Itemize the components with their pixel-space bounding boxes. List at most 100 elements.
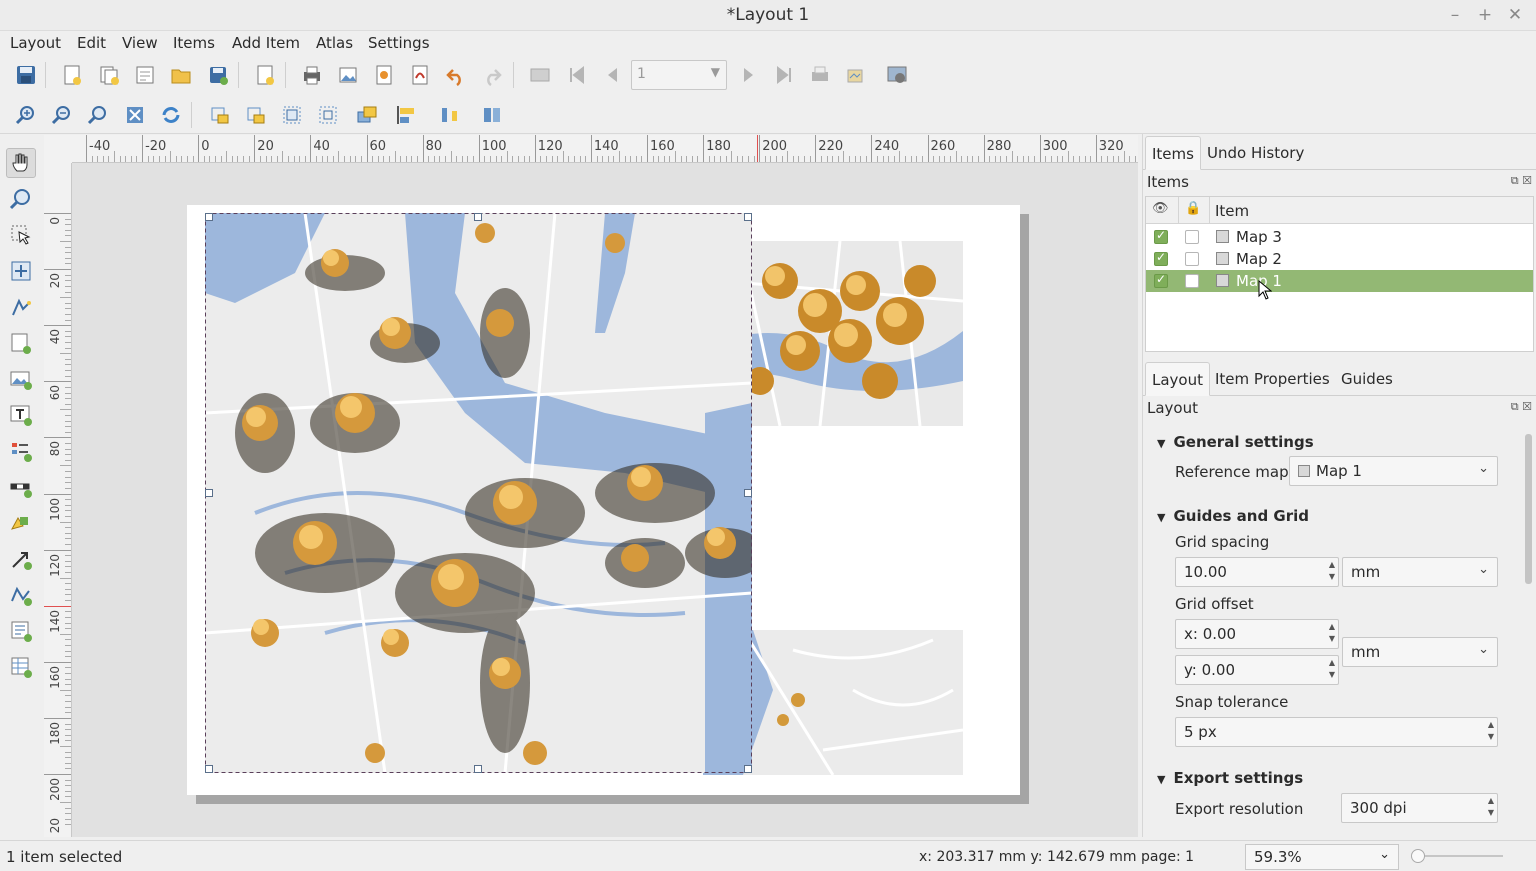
add-scalebar-icon[interactable] [6,472,36,502]
grid-offset-y-input[interactable]: y: 0.00 ▲ ▼ [1175,655,1339,685]
open-template-icon[interactable] [167,61,195,89]
spinner-arrows-icon[interactable]: ▲ ▼ [1488,795,1494,819]
save-icon[interactable] [12,61,40,89]
atlas-preview-icon[interactable] [526,61,554,89]
add-shape-icon[interactable] [6,508,36,538]
spinner-arrows-icon[interactable]: ▲ ▼ [1488,719,1494,743]
atlas-settings-icon[interactable] [883,61,911,89]
tab-items[interactable]: Items [1145,136,1201,170]
item-row-map-2[interactable]: Map 2 [1146,248,1533,270]
panel-scrollbar[interactable] [1525,434,1532,584]
resize-handle[interactable] [205,489,213,497]
resize-items-icon[interactable] [478,101,506,129]
add-label-icon[interactable] [6,400,36,430]
visibility-checkbox[interactable] [1154,272,1168,288]
lock-items-icon[interactable] [206,101,234,129]
lock-checkbox[interactable] [1185,252,1199,266]
chevron-down-icon[interactable]: ▼ [711,65,720,79]
map-3-item[interactable] [720,241,963,426]
atlas-page-input[interactable]: 1 ▼ [631,60,727,90]
resize-handle[interactable] [474,213,482,221]
map-1-item[interactable] [205,213,752,773]
grid-spacing-input[interactable]: 10.00 ▲ ▼ [1175,557,1339,587]
add-arrow-icon[interactable] [6,544,36,574]
zoom-slider-handle[interactable] [1411,849,1425,863]
menu-layout[interactable]: Layout [10,34,61,52]
resize-handle[interactable] [744,765,752,773]
last-feature-icon[interactable] [770,61,798,89]
ungroup-items-icon[interactable] [314,101,342,129]
export-atlas-icon[interactable] [843,61,871,89]
spinner-arrows-icon[interactable]: ▲ ▼ [1329,621,1335,645]
export-pdf-icon[interactable] [406,61,434,89]
visibility-checkbox[interactable] [1154,250,1168,266]
refresh-icon[interactable] [157,101,185,129]
spinner-arrows-icon[interactable]: ▲ ▼ [1329,657,1335,681]
unlock-items-icon[interactable] [242,101,270,129]
item-row-map-1[interactable]: Map 1 [1146,270,1533,292]
export-settings-header[interactable]: ▼ Export settings [1157,769,1303,787]
resize-handle[interactable] [205,765,213,773]
layout-canvas[interactable] [72,163,1138,837]
spinner-arrows-icon[interactable]: ▲ ▼ [1329,559,1335,583]
new-layout-icon[interactable] [58,61,86,89]
add-html-icon[interactable] [6,616,36,646]
items-table[interactable]: 👁 🔒 Item Map 3 Map 2 Map 1 [1145,196,1534,352]
pan-tool-icon[interactable] [6,148,36,178]
select-tool-icon[interactable] [6,220,36,250]
align-items-icon[interactable] [392,101,420,129]
menu-view[interactable]: View [122,34,158,52]
export-resolution-input[interactable]: 300 dpi ▲ ▼ [1341,793,1498,823]
lock-checkbox[interactable] [1185,274,1199,288]
add-map-icon[interactable] [6,328,36,358]
grid-offset-unit-select[interactable]: mm ⌄ [1342,637,1498,667]
resize-handle[interactable] [474,765,482,773]
resize-handle[interactable] [744,489,752,497]
duplicate-layout-icon[interactable] [95,61,123,89]
resize-handle[interactable] [205,213,213,221]
layout-manager-icon[interactable] [131,61,159,89]
print-atlas-icon[interactable] [806,61,834,89]
add-legend-icon[interactable] [6,436,36,466]
tab-undo-history[interactable]: Undo History [1201,136,1310,170]
item-row-map-3[interactable]: Map 3 [1146,226,1533,248]
grid-spacing-unit-select[interactable]: mm ⌄ [1342,557,1498,587]
zoom-slider-track[interactable] [1413,855,1503,857]
zoom-select[interactable]: 59.3% ⌄ [1245,844,1399,870]
panel-float-close-icons[interactable]: ⧉ ☒ [1511,400,1532,414]
lock-checkbox[interactable] [1185,230,1199,244]
close-button[interactable]: ✕ [1503,3,1527,27]
zoom-in-icon[interactable] [12,101,40,129]
previous-feature-icon[interactable] [599,61,627,89]
menu-add-item[interactable]: Add Item [232,34,300,52]
redo-icon[interactable] [478,61,506,89]
snap-tolerance-input[interactable]: 5 px ▲ ▼ [1175,717,1498,747]
zoom-full-icon[interactable] [121,101,149,129]
tab-guides[interactable]: Guides [1335,362,1399,396]
menu-edit[interactable]: Edit [77,34,106,52]
add-attribute-table-icon[interactable] [6,652,36,682]
menu-settings[interactable]: Settings [368,34,430,52]
zoom-actual-icon[interactable] [84,101,112,129]
zoom-out-icon[interactable] [48,101,76,129]
undo-icon[interactable] [442,61,470,89]
add-node-item-icon[interactable] [6,580,36,610]
group-items-icon[interactable] [278,101,306,129]
first-feature-icon[interactable] [563,61,591,89]
export-svg-icon[interactable] [370,61,398,89]
raise-items-icon[interactable] [353,101,381,129]
distribute-items-icon[interactable] [436,101,464,129]
add-pages-icon[interactable] [251,61,279,89]
reference-map-select[interactable]: Map 1 ⌄ [1289,456,1498,486]
export-image-icon[interactable] [334,61,362,89]
guides-grid-header[interactable]: ▼ Guides and Grid [1157,507,1309,525]
minimize-button[interactable]: – [1443,3,1467,27]
general-settings-header[interactable]: ▼ General settings [1157,433,1314,451]
grid-offset-x-input[interactable]: x: 0.00 ▲ ▼ [1175,619,1339,649]
move-content-icon[interactable] [6,256,36,286]
print-icon[interactable] [298,61,326,89]
layout-page[interactable] [187,205,1020,795]
next-feature-icon[interactable] [734,61,762,89]
maximize-button[interactable]: + [1473,3,1497,27]
tab-layout[interactable]: Layout [1145,362,1210,396]
